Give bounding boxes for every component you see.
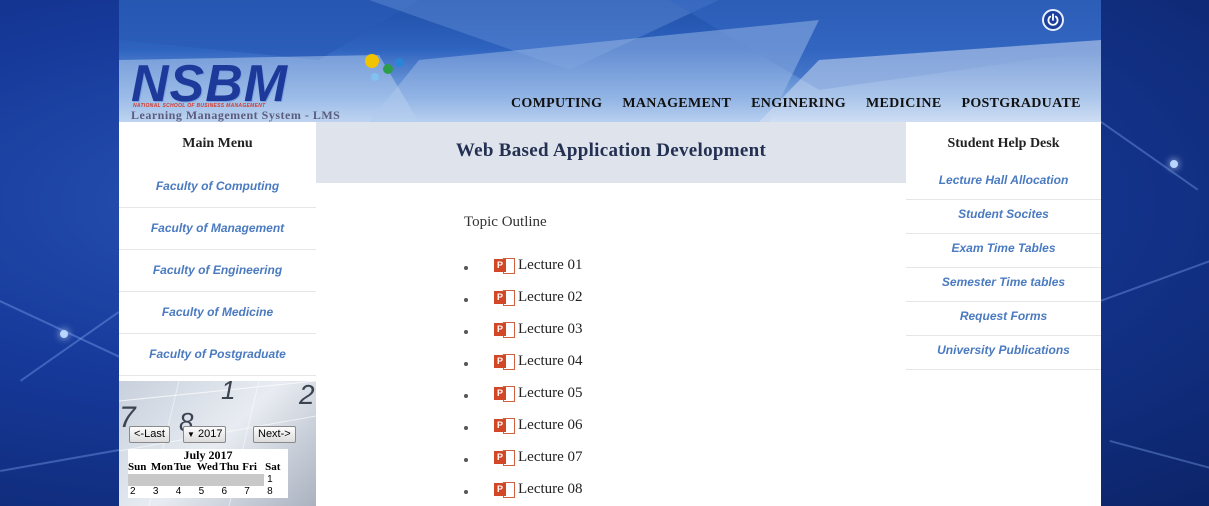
bullet-icon <box>464 362 468 366</box>
nav-computing[interactable]: COMPUTING <box>511 96 602 112</box>
course-title: Web Based Application Development <box>455 140 767 161</box>
calendar-year-select[interactable]: ▼ 2017 <box>183 426 227 443</box>
power-icon <box>1047 13 1059 26</box>
menu-item-computing[interactable]: Faculty of Computing <box>119 166 316 208</box>
calendar-day[interactable]: 7 <box>242 486 265 498</box>
powerpoint-icon: P <box>494 449 515 466</box>
calendar-day <box>174 474 197 486</box>
nav-engineering[interactable]: ENGINERING <box>751 96 846 112</box>
calendar-prev-button[interactable]: <-Last <box>129 426 170 443</box>
lecture-link[interactable]: Lecture 02 <box>518 289 583 306</box>
menu-item-postgraduate[interactable]: Faculty of Postgraduate <box>119 334 316 376</box>
calendar-day[interactable]: 8 <box>265 486 288 498</box>
calendar-day[interactable]: 2 <box>128 486 151 498</box>
calendar-day[interactable]: 1 <box>265 474 288 486</box>
help-item-lecture-hall-allocation[interactable]: Lecture Hall Allocation <box>906 166 1101 200</box>
weekday-label: Fri <box>242 461 257 473</box>
powerpoint-icon: P <box>494 257 515 274</box>
powerpoint-icon: P <box>494 481 515 498</box>
menu-item-medicine[interactable]: Faculty of Medicine <box>119 292 316 334</box>
chevron-down-icon: ▼ <box>187 430 195 439</box>
help-item-student-societies[interactable]: Student Socites <box>906 200 1101 234</box>
site-header: NSBM NATIONAL SCHOOL OF BUSINESS MANAGEM… <box>119 0 1101 122</box>
list-item[interactable]: P Lecture 02 <box>464 281 583 313</box>
calendar-decor-digit: 2 <box>299 381 315 410</box>
calendar-day <box>197 474 220 486</box>
calendar-grid: July 2017 Sun Mon Tue Wed Thu Fri Sat 1 … <box>128 449 288 498</box>
lms-page: NSBM NATIONAL SCHOOL OF BUSINESS MANAGEM… <box>119 0 1101 506</box>
lecture-link[interactable]: Lecture 06 <box>518 417 583 434</box>
topic-outline-heading: Topic Outline <box>464 214 547 230</box>
list-item[interactable]: P Lecture 07 <box>464 441 583 473</box>
help-item-university-publications[interactable]: University Publications <box>906 336 1101 370</box>
nav-medicine[interactable]: MEDICINE <box>866 96 942 112</box>
bullet-icon <box>464 266 468 270</box>
calendar-day <box>242 474 265 486</box>
weekday-label: Sat <box>265 461 281 473</box>
list-item[interactable]: P Lecture 04 <box>464 345 583 377</box>
help-item-exam-time-tables[interactable]: Exam Time Tables <box>906 234 1101 268</box>
menu-item-engineering[interactable]: Faculty of Engineering <box>119 250 316 292</box>
powerpoint-icon: P <box>494 321 515 338</box>
weekday-label: Thu <box>219 461 240 473</box>
calendar-year-value: 2017 <box>197 428 223 440</box>
list-item[interactable]: P Lecture 06 <box>464 409 583 441</box>
lecture-link[interactable]: Lecture 04 <box>518 353 583 370</box>
lecture-link[interactable]: Lecture 07 <box>518 449 583 466</box>
lecture-link[interactable]: Lecture 08 <box>518 481 583 498</box>
logo-dot-green <box>383 64 393 74</box>
bullet-icon <box>464 458 468 462</box>
powerpoint-icon: P <box>494 417 515 434</box>
powerpoint-icon: P <box>494 385 515 402</box>
calendar-day[interactable]: 4 <box>174 486 197 498</box>
calendar-day[interactable]: 6 <box>219 486 242 498</box>
bullet-icon <box>464 426 468 430</box>
calendar-week-row: 2 3 4 5 6 7 8 <box>128 486 288 498</box>
powerpoint-icon: P <box>494 289 515 306</box>
power-button[interactable] <box>1042 9 1064 31</box>
calendar-day <box>219 474 242 486</box>
top-navigation: COMPUTING MANAGEMENT ENGINERING MEDICINE… <box>511 96 1081 112</box>
logo-dot-lightblue <box>371 73 379 81</box>
calendar-day <box>151 474 174 486</box>
calendar-day[interactable]: 5 <box>197 486 220 498</box>
help-item-request-forms[interactable]: Request Forms <box>906 302 1101 336</box>
logo-dot-blue <box>395 58 404 67</box>
list-item[interactable]: P Lecture 05 <box>464 377 583 409</box>
lecture-link[interactable]: Lecture 01 <box>518 257 583 274</box>
main-menu-title: Main Menu <box>182 136 253 151</box>
weekday-label: Mon <box>150 461 173 473</box>
calendar-month: July 2017 <box>183 448 233 462</box>
calendar-day[interactable]: 3 <box>151 486 174 498</box>
calendar-day <box>128 474 151 486</box>
logo-lms-label: Learning Management System - LMS <box>131 108 341 122</box>
calendar-decor-digit: 1 <box>221 381 236 405</box>
lecture-list: P Lecture 01 P Lecture 02 P Lecture 03 P Lec… <box>464 249 583 505</box>
bullet-icon <box>464 490 468 494</box>
nav-postgraduate[interactable]: POSTGRADUATE <box>961 96 1080 112</box>
lecture-link[interactable]: Lecture 05 <box>518 385 583 402</box>
calendar-week-row: 1 <box>128 474 288 486</box>
weekday-label: Wed <box>196 461 218 473</box>
bullet-icon <box>464 330 468 334</box>
list-item[interactable]: P Lecture 08 <box>464 473 583 505</box>
nav-management[interactable]: MANAGEMENT <box>622 96 731 112</box>
calendar-next-button[interactable]: Next-> <box>253 426 296 443</box>
calendar-weekday-header: Sun Mon Tue Wed Thu Fri Sat <box>128 461 288 474</box>
help-item-semester-time-tables[interactable]: Semester Time tables <box>906 268 1101 302</box>
course-banner: Web Based Application Development <box>316 122 906 183</box>
bullet-icon <box>464 298 468 302</box>
lecture-link[interactable]: Lecture 03 <box>518 321 583 338</box>
weekday-label: Sun <box>128 461 147 473</box>
powerpoint-icon: P <box>494 353 515 370</box>
bullet-icon <box>464 394 468 398</box>
list-item[interactable]: P Lecture 03 <box>464 313 583 345</box>
student-help-desk: Student Help Desk Lecture Hall Allocatio… <box>906 122 1101 506</box>
help-desk-title: Student Help Desk <box>947 136 1060 151</box>
logo-dot-yellow <box>365 54 379 68</box>
list-item[interactable]: P Lecture 01 <box>464 249 583 281</box>
menu-item-management[interactable]: Faculty of Management <box>119 208 316 250</box>
weekday-label: Tue <box>173 461 192 473</box>
